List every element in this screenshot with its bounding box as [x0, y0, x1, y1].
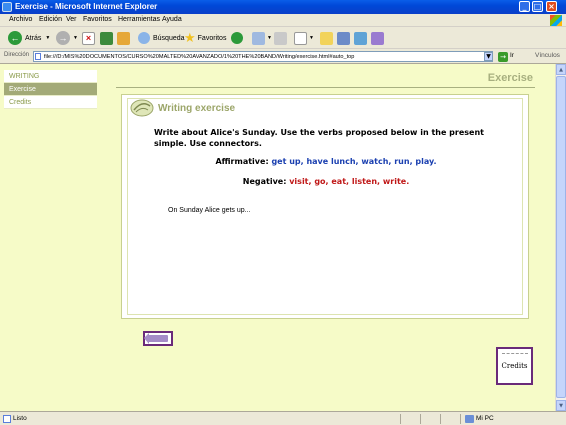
chevron-down-icon: ▼: [267, 35, 272, 41]
exercise-title: Writing exercise: [158, 103, 236, 114]
status-divider: [420, 414, 421, 424]
address-bar: Dirección file:///D:/MIS%20DOCUMENTOS/CU…: [0, 49, 566, 64]
close-button[interactable]: ×: [546, 1, 557, 12]
toolbar: ← Atrás ▼ → ▼ × Búsqueda ★ Favoritos ▼ ▼: [0, 27, 566, 49]
mail-button[interactable]: ▼: [252, 30, 272, 46]
links-button[interactable]: Vínculos: [535, 52, 560, 59]
vertical-scrollbar[interactable]: ▲ ▼: [555, 64, 566, 411]
menu-ayuda[interactable]: Ayuda: [162, 16, 182, 23]
back-label: Atrás: [25, 34, 42, 42]
page-status-icon: [3, 415, 11, 423]
menu-ver[interactable]: Ver: [66, 16, 77, 23]
chevron-down-icon: ▼: [309, 35, 314, 41]
menu-herramientas[interactable]: Herramientas: [118, 16, 160, 23]
scroll-down-icon[interactable]: ▼: [556, 400, 566, 411]
affirmative-verbs: get up, have lunch, watch, run, play.: [271, 157, 437, 166]
tool-button[interactable]: [371, 30, 384, 46]
status-text: Listo: [13, 415, 27, 422]
stop-icon: ×: [82, 31, 95, 45]
favorites-label: Favoritos: [197, 34, 227, 42]
computer-icon: [465, 415, 474, 423]
print-button[interactable]: [274, 30, 287, 46]
tool-icon: [371, 31, 384, 45]
messenger-button[interactable]: [354, 30, 367, 46]
favorites-button[interactable]: ★ Favoritos: [184, 30, 226, 46]
go-button[interactable]: Ir: [510, 52, 514, 59]
page-title: Exercise: [487, 72, 533, 84]
search-label: Búsqueda: [153, 34, 185, 42]
ie-page-icon: [2, 2, 12, 12]
status-divider: [460, 414, 461, 424]
negative-verbs: visit, go, eat, listen, write.: [289, 177, 410, 186]
left-arrow-icon: [144, 333, 168, 344]
credits-button[interactable]: Credits: [496, 347, 533, 385]
refresh-button[interactable]: [100, 30, 113, 46]
history-icon: [231, 32, 243, 44]
security-zone: Mi PC: [476, 415, 494, 422]
status-bar: Listo Mi PC: [0, 411, 566, 425]
negative-label: Negative:: [242, 177, 287, 186]
research-button[interactable]: [337, 30, 350, 46]
sidebar-item-credits[interactable]: Credits: [4, 96, 97, 109]
star-icon: ★: [184, 30, 196, 45]
page-icon: [35, 53, 41, 60]
address-input[interactable]: file:///D:/MIS%20DOCUMENTOS/CURSO%20MALT…: [33, 51, 493, 62]
scroll-up-icon[interactable]: ▲: [556, 64, 566, 75]
mail-icon: [252, 31, 265, 45]
answer-textarea[interactable]: On Sunday Alice gets up...: [168, 207, 251, 214]
chevron-down-icon: ▼: [73, 35, 78, 41]
forward-button[interactable]: → ▼: [56, 30, 78, 46]
word-edit-icon: [294, 31, 307, 45]
menu-archivo[interactable]: Archivo: [9, 16, 32, 23]
negative-line: Negative: visit, go, eat, listen, write.: [122, 177, 530, 186]
maximize-button[interactable]: □: [532, 1, 543, 12]
folder-icon: [320, 31, 333, 45]
go-arrow-icon[interactable]: →: [498, 52, 508, 62]
menu-bar: Archivo Edición Ver Favoritos Herramient…: [0, 14, 566, 27]
menu-edicion[interactable]: Edición: [39, 16, 62, 23]
sidebar-item-exercise[interactable]: Exercise: [4, 83, 97, 96]
exercise-instructions: Write about Alice's Sunday. Use the verb…: [154, 128, 484, 148]
affirmative-line: Affirmative: get up, have lunch, watch, …: [122, 157, 530, 166]
status-divider: [400, 414, 401, 424]
history-button[interactable]: [231, 30, 243, 46]
chevron-down-icon: ▼: [45, 35, 51, 41]
folder-button[interactable]: [320, 30, 333, 46]
forward-arrow-icon: →: [56, 31, 70, 45]
address-label: Dirección: [4, 52, 30, 58]
page-viewport: WRITING Exercise Credits Exercise Writin…: [0, 64, 555, 411]
stop-button[interactable]: ×: [82, 30, 95, 46]
writing-shell-icon: [130, 99, 154, 117]
affirmative-label: Affirmative:: [215, 157, 269, 166]
back-button[interactable]: ← Atrás ▼: [8, 30, 50, 46]
research-icon: [337, 31, 350, 45]
status-divider: [440, 414, 441, 424]
menu-favoritos[interactable]: Favoritos: [83, 16, 112, 23]
heading-divider: [116, 87, 535, 88]
sidebar-item-writing[interactable]: WRITING: [4, 70, 97, 83]
chevron-down-icon[interactable]: ▼: [484, 52, 493, 61]
search-icon: [138, 32, 150, 44]
scroll-thumb[interactable]: [556, 76, 566, 398]
exercise-panel: Writing exercise Write about Alice's Sun…: [121, 94, 529, 319]
sidebar: WRITING Exercise Credits: [4, 70, 97, 109]
messenger-icon: [354, 31, 367, 45]
print-icon: [274, 31, 287, 45]
title-bar: Exercise - Microsoft Internet Explorer _…: [0, 0, 566, 14]
window-title: Exercise - Microsoft Internet Explorer: [15, 2, 158, 11]
home-button[interactable]: [117, 30, 130, 46]
home-icon: [117, 31, 130, 45]
back-arrow-icon: ←: [8, 31, 22, 45]
back-arrow-button[interactable]: [143, 331, 173, 346]
search-button[interactable]: Búsqueda: [138, 30, 185, 46]
refresh-icon: [100, 31, 113, 45]
edit-button[interactable]: ▼: [294, 30, 314, 46]
minimize-button[interactable]: _: [519, 1, 530, 12]
windows-logo-icon: [550, 15, 562, 26]
